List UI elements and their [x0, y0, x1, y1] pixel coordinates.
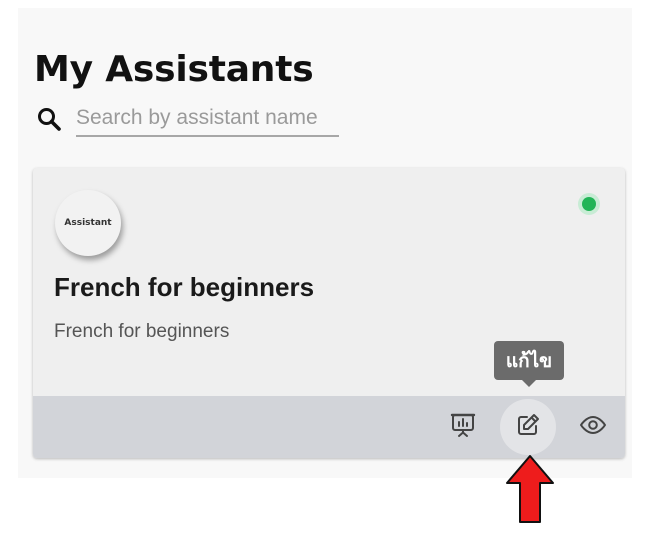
search-input[interactable]	[76, 101, 339, 137]
present-button[interactable]	[435, 399, 491, 455]
edit-button[interactable]	[500, 399, 556, 455]
edit-tooltip: แก้ไข	[494, 341, 564, 387]
assistant-description: French for beginners	[54, 321, 230, 342]
eye-icon	[578, 410, 608, 445]
status-indicator	[578, 193, 600, 215]
search-icon	[36, 106, 62, 132]
presentation-icon	[449, 411, 477, 444]
edit-icon	[514, 411, 542, 444]
assistant-card[interactable]: Assistant French for beginners French fo…	[33, 168, 625, 458]
red-arrow-annotation	[505, 454, 555, 524]
assistant-card-actions	[33, 396, 625, 458]
avatar: Assistant	[55, 190, 121, 256]
page-title: My Assistants	[34, 49, 314, 91]
assistant-title[interactable]: French for beginners	[54, 272, 314, 303]
view-button[interactable]	[565, 399, 621, 455]
